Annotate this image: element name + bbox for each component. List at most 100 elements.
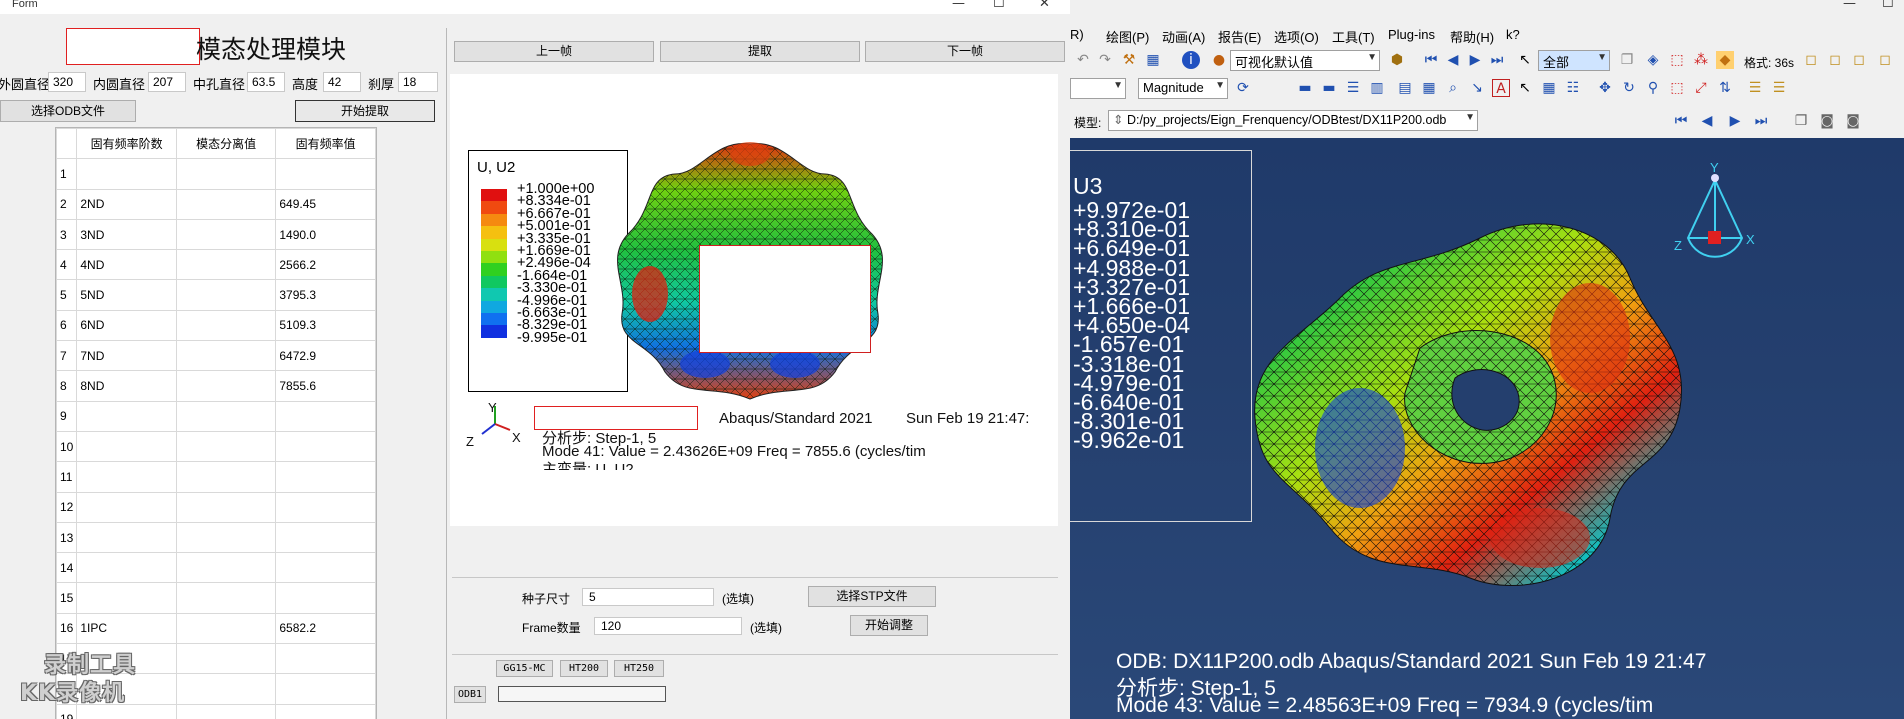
separation-cell[interactable]	[175, 582, 277, 614]
rotate-icon[interactable]: ↻	[1620, 79, 1638, 97]
last-frame-icon[interactable]: ⏭	[1488, 51, 1506, 69]
separation-cell[interactable]	[175, 643, 277, 675]
separation-cell[interactable]	[175, 461, 277, 493]
order-cell[interactable]: 8ND	[76, 370, 177, 402]
frequency-cell[interactable]: 2566.2	[275, 249, 376, 281]
frequency-cell[interactable]	[275, 491, 376, 523]
separation-cell[interactable]	[175, 521, 277, 554]
select-stp-button[interactable]: 选择STP文件	[808, 586, 936, 607]
table-icon[interactable]: ▦	[1540, 79, 1558, 97]
arrow-icon[interactable]: ↘	[1468, 79, 1486, 97]
abaqus-maximize-button[interactable]: ☐	[1882, 0, 1894, 11]
frequency-cell[interactable]: 649.45	[275, 188, 376, 220]
box-zoom-icon[interactable]: ⬚	[1668, 79, 1686, 97]
separation-cell[interactable]	[175, 340, 277, 372]
material-icon[interactable]: ▦	[1420, 79, 1438, 97]
auto-fit-icon[interactable]: ⤢	[1692, 79, 1710, 97]
separation-cell[interactable]	[175, 552, 277, 584]
mode-shape-viewer[interactable]: U, U2 +1.000e+00 +8.334e-01 +6.667e-01 +5.0…	[450, 74, 1058, 526]
separation-cell[interactable]	[175, 249, 277, 281]
separation-cell[interactable]	[175, 309, 277, 342]
table-row[interactable]: 9	[55, 400, 376, 432]
frame-count-input[interactable]	[594, 617, 742, 635]
table-row[interactable]: 15	[55, 582, 376, 614]
deformed-icon[interactable]: ▬	[1320, 79, 1338, 97]
table-row[interactable]: 1	[55, 158, 376, 190]
frequency-cell[interactable]: 6582.2	[275, 612, 376, 645]
separation-cell[interactable]	[175, 158, 277, 190]
pointer-icon[interactable]: ↖	[1516, 51, 1534, 69]
last-frame-icon[interactable]: ⏭	[1752, 112, 1770, 130]
zoom-icon[interactable]: ⚲	[1644, 79, 1662, 97]
order-cell[interactable]: 4ND	[76, 249, 177, 281]
order-cell[interactable]	[76, 461, 177, 493]
separation-cell[interactable]	[175, 400, 277, 432]
layout-icon[interactable]: ▦	[1144, 51, 1162, 69]
box-view-4-icon[interactable]: ◻	[1876, 51, 1894, 69]
abaqus-minimize-button[interactable]: —	[1843, 0, 1856, 11]
menu-help[interactable]: 帮助(H)	[1450, 27, 1494, 46]
camera-icon[interactable]: ◙	[1818, 112, 1836, 130]
order-cell[interactable]: 2ND	[76, 188, 177, 220]
maximize-button[interactable]: ☐	[993, 0, 1005, 11]
order-cell[interactable]	[76, 491, 177, 523]
tools-icon[interactable]: ⚒	[1120, 51, 1138, 69]
menu-report[interactable]: 报告(E)	[1218, 27, 1261, 46]
extract-button[interactable]: 提取	[660, 41, 860, 62]
ruler-icon[interactable]: ☰	[1746, 79, 1764, 97]
camera-2-icon[interactable]: ◙	[1844, 112, 1862, 130]
table-row[interactable]: 3 3ND 1490.0	[55, 218, 376, 251]
undeformed-icon[interactable]: ▬	[1296, 79, 1314, 97]
order-cell[interactable]	[76, 582, 177, 614]
order-cell[interactable]	[76, 521, 177, 554]
next-frame-icon[interactable]: ▶	[1466, 51, 1484, 69]
highlight-icon[interactable]: ◆	[1716, 51, 1734, 69]
menu-animate[interactable]: 动画(A)	[1162, 27, 1205, 46]
probe-icon[interactable]: ⁂	[1692, 51, 1710, 69]
field-select[interactable]: ▼	[1070, 78, 1126, 99]
menu-result[interactable]: R)	[1070, 27, 1084, 42]
menu-plugins[interactable]: Plug-ins	[1388, 27, 1435, 42]
copy-icon[interactable]: ❐	[1618, 51, 1636, 69]
undo-icon[interactable]: ↶	[1074, 51, 1092, 69]
separation-cell[interactable]	[175, 491, 277, 523]
table-row[interactable]: 10	[55, 430, 376, 463]
frequency-cell[interactable]: 5109.3	[275, 309, 376, 342]
material-gg15-button[interactable]: GG15-MC	[496, 660, 553, 677]
display-group-icon[interactable]: ◈	[1644, 51, 1662, 69]
separation-cell[interactable]	[175, 218, 277, 251]
menu-options[interactable]: 选项(O)	[1274, 27, 1319, 46]
order-cell[interactable]	[76, 400, 177, 432]
frequency-cell[interactable]	[275, 643, 376, 675]
frequency-cell[interactable]	[275, 673, 376, 705]
table-row[interactable]: 11	[55, 461, 376, 493]
refresh-icon[interactable]: ⟳	[1234, 79, 1252, 97]
frequency-cell[interactable]	[275, 521, 376, 554]
symbol-icon[interactable]: ▤	[1396, 79, 1414, 97]
frequency-cell[interactable]	[275, 582, 376, 614]
text-icon[interactable]: A	[1492, 79, 1510, 97]
menu-tools[interactable]: 工具(T)	[1332, 27, 1375, 46]
table-row[interactable]: 12	[55, 491, 376, 523]
order-cell[interactable]: 1IPC	[76, 612, 177, 645]
box-view-icon[interactable]: ◻	[1802, 51, 1820, 69]
table-row[interactable]: 14	[55, 552, 376, 584]
visual-default-select[interactable]: 可视化默认值 ▼	[1230, 50, 1380, 71]
frequency-grid[interactable]: 固有频率阶数 模态分离值 固有频率值 1 2 2ND 649.45 3 3ND 1490.0…	[55, 127, 377, 719]
separation-cell[interactable]	[175, 673, 277, 705]
info-icon[interactable]: i	[1182, 51, 1200, 69]
order-cell[interactable]: 7ND	[76, 340, 177, 372]
contour-icon[interactable]: ☰	[1344, 79, 1362, 97]
first-frame-icon[interactable]: ⏮	[1422, 51, 1440, 69]
separation-cell[interactable]	[175, 430, 277, 463]
table-row[interactable]: 13	[55, 521, 376, 554]
frequency-cell[interactable]	[275, 552, 376, 584]
menu-plot[interactable]: 绘图(P)	[1106, 27, 1149, 46]
order-cell[interactable]: 5ND	[76, 279, 177, 311]
thickness-input[interactable]	[398, 72, 438, 92]
prev-frame-button[interactable]: 上一帧	[454, 41, 654, 62]
redo-icon[interactable]: ↷	[1096, 51, 1114, 69]
table-row[interactable]: 16 1IPC 6582.2	[55, 612, 376, 645]
frequency-cell[interactable]: 7855.6	[275, 370, 376, 402]
menu-context-help[interactable]: k?	[1506, 27, 1520, 42]
